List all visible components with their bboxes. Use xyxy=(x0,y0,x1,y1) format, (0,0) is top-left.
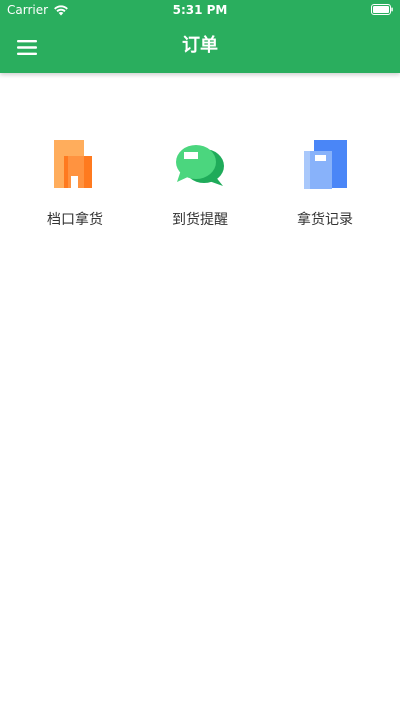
grid-item-pickup-records[interactable]: 拿货记录 xyxy=(275,138,375,238)
nav-bar: 订单 xyxy=(0,20,400,73)
status-bar: Carrier 5:31 PM xyxy=(0,0,400,20)
grid-item-label: 档口拿货 xyxy=(47,212,103,228)
app-header: Carrier 5:31 PM 订单 xyxy=(0,0,400,73)
documents-record-icon xyxy=(304,140,347,189)
grid-item-arrival-reminder[interactable]: 到货提醒 xyxy=(150,138,250,238)
feature-grid: 档口拿货 到货提醒 拿货记录 xyxy=(0,138,400,238)
status-time: 5:31 PM xyxy=(172,3,228,17)
grid-item-label: 拿货记录 xyxy=(297,212,353,228)
chat-bubbles-icon xyxy=(176,145,224,186)
stall-shop-icon xyxy=(54,140,92,188)
grid-item-stall-pickup[interactable]: 档口拿货 xyxy=(25,138,125,238)
grid-item-label: 到货提醒 xyxy=(172,212,228,228)
page-title: 订单 xyxy=(182,35,218,56)
battery-icon xyxy=(371,4,393,15)
